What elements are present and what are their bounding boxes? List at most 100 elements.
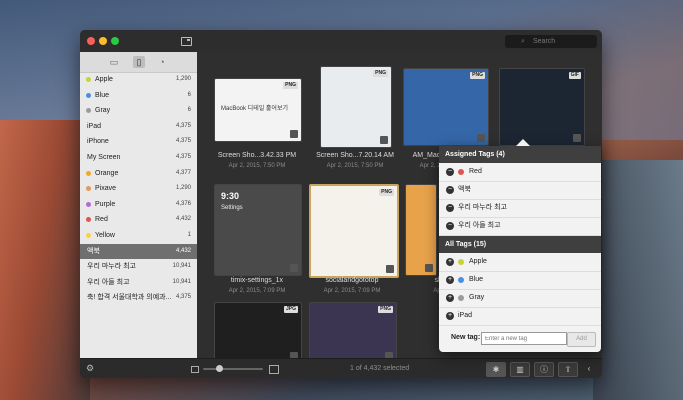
assigned-tag-row[interactable]: − 우리 마누라 최고 [439,199,601,218]
sidebar-item[interactable]: 액북 4,432 [80,243,197,260]
sidebar: ▭ ▯ ◔ Apple 1,290 Blue 6 Gray 6 iPad 4,375 iPhon… [80,52,197,358]
close-button[interactable] [87,37,95,45]
thumbnail-title: Screen Sho...7.20.14 AM [316,152,394,159]
file-type-badge: PNG [378,306,393,313]
wallpaper-mountain-right [593,160,683,400]
minimize-button[interactable] [99,37,107,45]
trash-icon[interactable] [477,134,485,142]
file-type-badge: PNG [283,82,298,89]
tag-label: Blue [469,276,484,283]
all-tag-row[interactable]: + iPad [439,307,601,326]
sidebar-item[interactable]: iPad 4,375 [80,119,197,135]
sidebar-item[interactable]: 우리 아들 최고 10,941 [80,275,197,291]
remove-tag-icon[interactable]: − [446,186,454,194]
all-tag-row[interactable]: + Gray [439,289,601,308]
sidebar-item-label: Yellow [95,231,115,239]
share-icon[interactable]: ⇪ [558,362,578,377]
info-icon[interactable]: ⓘ [534,362,554,377]
all-tag-row[interactable]: + Blue [439,271,601,290]
thumbnail-date: Apr 2, 2015, 7:50 PM [326,163,384,169]
thumbnail[interactable]: MacBook 디테일 훑어보기 PNG [214,78,302,142]
zoom-button[interactable] [111,37,119,45]
file-type-badge: PNG [373,70,388,77]
new-tag-input[interactable] [481,332,567,345]
sidebar-item-count: 4,375 [175,138,191,145]
file-type-badge: JPG [283,306,298,313]
toggle-sidebar-icon[interactable] [181,37,192,46]
sidebar-item[interactable]: Blue 6 [80,88,197,104]
sidebar-item-count: 4,375 [175,122,191,129]
thumbnail[interactable]: Settings 9:30 [214,184,302,276]
sidebar-item-label: Gray [95,107,111,115]
assigned-tag-row[interactable]: − 우리 아들 최고 [439,217,601,236]
new-tag-label: New tag: [451,334,481,341]
sidebar-item-count: 6 [187,91,191,98]
sidebar-item[interactable]: Pixave 1,290 [80,181,197,197]
selection-status: 1 of 4,432 selected [350,365,410,372]
thumbnail[interactable]: JPG [214,302,302,364]
add-tag-icon[interactable]: + [446,276,454,284]
thumbnail[interactable]: PNG [403,68,489,146]
thumbnail-date: Apr 2, 2015, 7:50 PM [228,163,286,169]
sidebar-item[interactable]: Red 4,432 [80,212,197,228]
thumbnail[interactable]: PNG [309,302,397,364]
thumbnail-title: socialandgototop [325,277,379,284]
sidebar-item[interactable]: Yellow 1 [80,228,197,244]
sidebar-item-count: 4,432 [175,247,191,254]
add-tag-icon[interactable]: + [446,258,454,266]
assigned-tag-row[interactable]: − Red [439,163,601,182]
sidebar-item[interactable]: 우리 마누라 최고 10,941 [80,259,197,275]
thumbnail-title: Screen Sho...3.42.33 PM [217,152,297,159]
sidebar-item[interactable]: Orange 4,377 [80,166,197,182]
tag-color-dot [458,259,464,265]
all-tag-row[interactable]: + Apple [439,253,601,272]
add-tag-icon[interactable]: + [446,294,454,302]
thumbnail-title: timix-settings_1x [230,277,284,284]
add-tag-button[interactable]: Add [567,332,596,347]
chevron-left-icon[interactable]: ‹ [580,362,598,375]
sidebar-item[interactable]: Purple 4,376 [80,197,197,213]
assigned-tags-header: Assigned Tags (4) [439,146,601,163]
sidebar-item-count: 4,376 [175,200,191,207]
trash-icon[interactable] [380,136,388,144]
trash-icon[interactable] [290,130,298,138]
file-type-badge: PNG [379,189,394,196]
gear-icon[interactable]: ⚙ [86,363,94,374]
remove-tag-icon[interactable]: − [446,222,454,230]
tags-popover: Assigned Tags (4) − Red − 액북 − 우리 마누라 최고 − 우리 아… [439,139,601,352]
open-book-icon[interactable]: ▥ [510,362,530,377]
search-field[interactable]: ⌕ Search [505,35,597,48]
sidebar-item[interactable]: iPhone 4,375 [80,134,197,150]
tag-color-dot [86,170,91,176]
trash-icon[interactable] [573,134,581,142]
file-type-badge: GIF [568,72,581,79]
sidebar-item[interactable]: 축! 합격 서울대학과 의예과... 4,375 [80,290,197,306]
sidebar-item-count: 1 [187,231,191,238]
assigned-tag-row[interactable]: − 액북 [439,181,601,200]
add-tag-icon[interactable]: + [446,312,454,320]
thumbnail[interactable] [405,184,437,276]
bottom-toolbar: ⚙ 1 of 4,432 selected ✱ ▥ ⓘ ⇪ ‹ [80,358,602,378]
tag-color-dot [86,92,91,98]
thumbnail[interactable]: GIF [499,68,585,146]
sidebar-item[interactable]: Gray 6 [80,103,197,119]
sidebar-item[interactable]: Apple 1,290 [80,72,197,88]
trash-icon[interactable] [386,265,394,273]
thumbnail[interactable]: PNG [309,184,399,278]
tag-label: 우리 마누라 최고 [458,204,507,211]
remove-tag-icon[interactable]: − [446,168,454,176]
library-tab-icon[interactable]: ▭ [108,56,120,68]
sidebar-item-count: 4,432 [175,216,191,223]
tags-tab-icon[interactable]: ▯ [133,56,145,68]
tags-button[interactable]: ✱ [486,362,506,377]
trash-icon[interactable] [425,264,433,272]
tag-color-dot [86,201,91,207]
thumbnail-size-slider[interactable] [203,368,263,370]
thumbnail[interactable]: PNG [320,66,392,148]
new-tag-row: New tag: Add [439,329,601,352]
trash-icon[interactable] [290,264,298,272]
slider-knob[interactable] [216,365,223,372]
remove-tag-icon[interactable]: − [446,204,454,212]
sidebar-item[interactable]: My Screen 4,375 [80,150,197,166]
smart-folder-tab-icon[interactable]: ◔ [156,56,168,68]
